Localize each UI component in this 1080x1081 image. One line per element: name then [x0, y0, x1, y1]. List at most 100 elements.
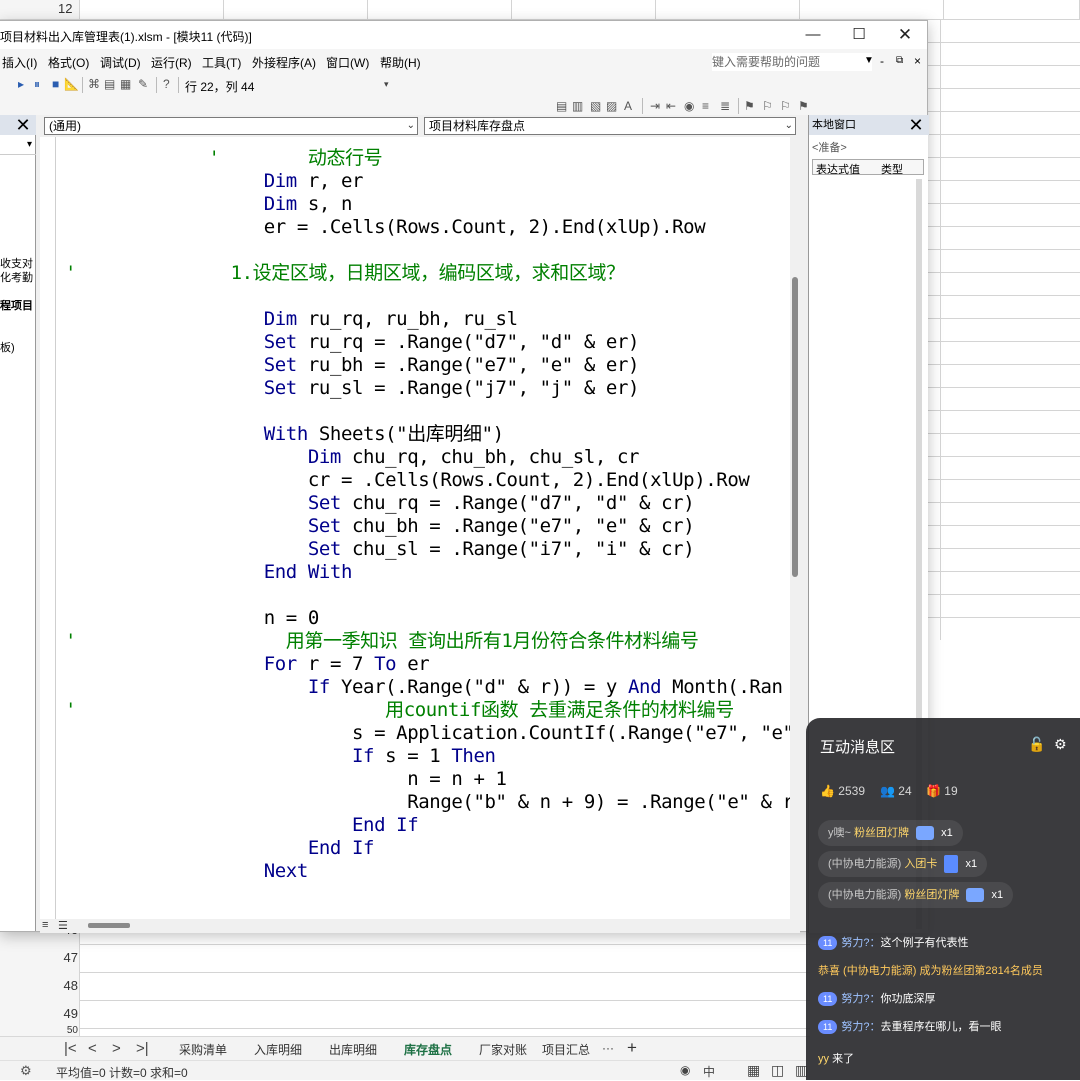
gear-icon[interactable]: ⚙: [1054, 736, 1067, 753]
page-layout-icon[interactable]: ◫: [771, 1062, 784, 1079]
reset-icon[interactable]: ■: [52, 77, 59, 91]
next-bookmark-icon[interactable]: ⚐: [762, 99, 773, 113]
comment-block-icon[interactable]: ≡: [702, 99, 709, 113]
more-sheets-button[interactable]: ···: [602, 1041, 614, 1055]
code-line[interactable]: Set ru_sl = .Range("j7", "j" & er): [65, 377, 640, 400]
chat-user[interactable]: 努力?：: [841, 1021, 880, 1033]
maximize-button[interactable]: ☐: [836, 25, 882, 45]
minimize-button[interactable]: —: [790, 25, 836, 45]
properties-icon[interactable]: ▤: [104, 77, 115, 91]
sheet-tab[interactable]: 采购清单: [179, 1041, 227, 1058]
menu-format[interactable]: 格式(O): [48, 54, 89, 71]
code-line[interactable]: cr = .Cells(Rows.Count, 2).End(xlUp).Row: [65, 469, 750, 492]
horizontal-scrollbar[interactable]: ≡ ☰: [40, 919, 800, 933]
code-line[interactable]: Dim chu_rq, chu_bh, chu_sl, cr: [65, 446, 640, 469]
code-line[interactable]: Dim s, n: [65, 193, 353, 216]
code-line[interactable]: Set ru_bh = .Range("e7", "e" & er): [65, 354, 640, 377]
column-header[interactable]: 表达式: [816, 161, 849, 177]
sheet-tab[interactable]: 项目汇总: [542, 1041, 590, 1058]
code-line[interactable]: Set chu_bh = .Range("e7", "e" & cr): [65, 515, 695, 538]
object-browser-icon[interactable]: ▦: [120, 77, 131, 91]
first-sheet-button[interactable]: |<: [64, 1040, 77, 1057]
cell[interactable]: [944, 0, 1080, 20]
list-properties-icon[interactable]: ▤: [556, 99, 567, 113]
menu-insert[interactable]: 插入(I): [2, 54, 37, 71]
toggle-breakpoint-icon[interactable]: ◉: [684, 99, 694, 113]
cell[interactable]: [224, 0, 368, 20]
input-method-icon[interactable]: 中: [703, 1063, 715, 1080]
code-line[interactable]: Set ru_rq = .Range("d7", "d" & er): [65, 331, 640, 354]
vertical-scrollbar[interactable]: [790, 137, 800, 919]
code-line[interactable]: If Year(.Range("d" & r)) = y And Month(.…: [65, 676, 783, 699]
code-line[interactable]: ' 动态行号: [65, 147, 383, 170]
cell[interactable]: [512, 0, 656, 20]
project-tree-item[interactable]: 化考勤: [0, 269, 33, 285]
sheet-tab[interactable]: 入库明细: [254, 1041, 302, 1058]
mdi-close-button[interactable]: ×: [914, 54, 921, 68]
close-icon[interactable]: ✕: [12, 115, 34, 135]
full-module-view-icon[interactable]: ☰: [58, 919, 68, 932]
menu-tools[interactable]: 工具(T): [202, 54, 241, 71]
help-icon[interactable]: ?: [163, 77, 170, 91]
code-editor[interactable]: ' 动态行号 Dim r, er Dim s, n er = .Cells(Ro…: [40, 137, 798, 919]
add-sheet-button[interactable]: +: [627, 1038, 637, 1058]
code-line[interactable]: End If: [65, 814, 419, 837]
last-sheet-button[interactable]: >|: [136, 1040, 149, 1057]
procedure-view-icon[interactable]: ≡: [42, 919, 48, 931]
close-button[interactable]: ✕: [882, 25, 928, 45]
code-line[interactable]: ' 1.设定区域，日期区域，编码区域，求和区域？: [65, 262, 625, 285]
sheet-tab-active[interactable]: 库存盘点: [401, 1041, 455, 1063]
help-search-input[interactable]: 键入需要帮助的问题: [712, 53, 872, 71]
parameter-info-icon[interactable]: ▨: [606, 99, 617, 113]
cell[interactable]: [80, 0, 224, 20]
help-dropdown-icon[interactable]: ▼: [864, 55, 874, 66]
project-explorer-icon[interactable]: ⌘: [88, 77, 100, 91]
chat-user[interactable]: 努力?：: [841, 993, 880, 1005]
mdi-minimize-button[interactable]: -: [880, 54, 884, 68]
design-mode-icon[interactable]: 📐: [64, 77, 79, 91]
scroll-thumb[interactable]: [88, 923, 130, 928]
uncomment-block-icon[interactable]: ≣: [720, 99, 730, 113]
project-tree-item[interactable]: 程项目: [0, 297, 33, 313]
toolbar-options-icon[interactable]: ▾: [384, 79, 389, 90]
complete-word-icon[interactable]: A: [624, 99, 632, 113]
menu-run[interactable]: 运行(R): [151, 54, 192, 71]
quick-info-icon[interactable]: ▧: [590, 99, 601, 113]
eye-protect-icon[interactable]: ◉: [680, 1063, 690, 1077]
code-line[interactable]: Dim ru_rq, ru_bh, ru_sl: [65, 308, 518, 331]
next-sheet-button[interactable]: >: [112, 1040, 121, 1057]
indent-icon[interactable]: ⇥: [650, 99, 660, 113]
bookmark-icon[interactable]: ⚑: [744, 99, 755, 113]
cell[interactable]: [656, 0, 800, 20]
object-combo[interactable]: (通用) ⌄: [44, 117, 418, 135]
mdi-restore-button[interactable]: ⧉: [896, 55, 903, 66]
code-line[interactable]: s = Application.CountIf(.Range("e7", "e": [65, 722, 794, 745]
prev-bookmark-icon[interactable]: ⚐: [780, 99, 791, 113]
cell[interactable]: [800, 0, 944, 20]
macro-record-icon[interactable]: ⚙: [20, 1063, 32, 1079]
code-line[interactable]: Set chu_rq = .Range("d7", "d" & cr): [65, 492, 695, 515]
run-icon[interactable]: ▸: [18, 77, 24, 91]
code-margin[interactable]: [40, 137, 56, 919]
pane-dropdown[interactable]: ▾: [0, 139, 36, 155]
code-line[interactable]: With Sheets("出库明细"): [65, 423, 504, 446]
cell[interactable]: [368, 0, 512, 20]
code-line[interactable]: er = .Cells(Rows.Count, 2).End(xlUp).Row: [65, 216, 706, 239]
toolbox-icon[interactable]: ✎: [138, 77, 148, 91]
menu-help[interactable]: 帮助(H): [380, 54, 421, 71]
code-line[interactable]: Range("b" & n + 9) = .Range("e" & r: [65, 791, 794, 814]
menu-window[interactable]: 窗口(W): [326, 54, 369, 71]
chat-user[interactable]: 努力?：: [841, 937, 880, 949]
code-line[interactable]: Set chu_sl = .Range("i7", "i" & cr): [65, 538, 695, 561]
break-icon[interactable]: ⏸: [34, 77, 40, 92]
close-icon[interactable]: ✕: [906, 115, 926, 135]
list-constants-icon[interactable]: ▥: [572, 99, 583, 113]
menu-addins[interactable]: 外接程序(A): [252, 54, 316, 71]
code-line[interactable]: End With: [65, 561, 353, 584]
code-line[interactable]: ' 用countif函数 去重满足条件的材料编号: [65, 699, 734, 722]
code-line[interactable]: n = n + 1: [65, 768, 507, 791]
lock-icon[interactable]: 🔓: [1028, 736, 1045, 753]
sheet-tab[interactable]: 厂家对账: [479, 1041, 527, 1058]
chat-user[interactable]: yy: [818, 1053, 829, 1065]
code-line[interactable]: If s = 1 Then: [65, 745, 496, 768]
